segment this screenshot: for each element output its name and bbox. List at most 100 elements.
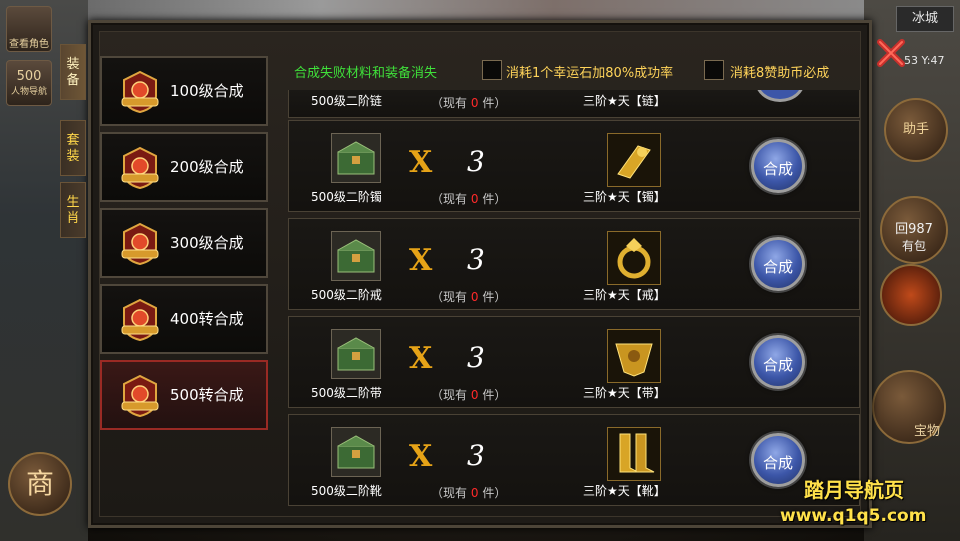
boots-icon (607, 427, 661, 481)
character-guide-label: 人物导航 (10, 87, 47, 97)
level-button-label: 500转合成 (170, 386, 244, 404)
category-tabs: 装 备 套 装 生 肖 (60, 44, 86, 244)
result-name: 三阶★天【镯】 (583, 190, 666, 204)
medal-icon (121, 146, 159, 190)
multiply-sign: X (409, 341, 433, 376)
level-button-400[interactable]: 400转合成 (100, 284, 268, 354)
owned-prefix: （现有 (431, 388, 468, 402)
owned-prefix: （现有 (431, 486, 468, 500)
map-name-label: 冰城 (896, 6, 954, 32)
craft-button-partial[interactable] (755, 90, 805, 102)
owned-prefix: （现有 (431, 290, 468, 304)
tab-zodiac[interactable]: 生 肖 (60, 182, 86, 238)
medal-icon (121, 222, 159, 266)
recipe-row: 500级二阶带 X 3 （现有 0 件） 三阶★天【带】 合成 (288, 316, 860, 408)
bag-label: 有包 (901, 239, 926, 253)
result-name: 三阶★天【带】 (583, 386, 666, 400)
assistant-label: 助手 (902, 122, 929, 137)
owned-suffix: 件） (482, 290, 507, 304)
treasure-chest-icon (331, 231, 381, 281)
options-bar: 合成失败材料和装备消失 消耗1个幸运石加80%成功率 消耗8赞助币必成 (280, 54, 862, 88)
medal-icon (121, 298, 159, 342)
recipe-row: 500级二阶链 （现有 0 件） 三阶★天【链】 (288, 90, 860, 118)
owned-number: 0 (470, 486, 479, 500)
owned-suffix: 件） (482, 96, 507, 110)
ring-icon (607, 231, 661, 285)
skill-orb-icon[interactable] (880, 264, 942, 326)
tab-equipment[interactable]: 装 备 (60, 44, 86, 100)
required-quantity: 3 (467, 145, 485, 178)
recall-button[interactable]: 回987 有包 (880, 196, 948, 264)
lucky-stone-label: 消耗1个幸运石加80%成功率 (506, 66, 674, 81)
level-button-label: 100级合成 (170, 82, 244, 100)
result-name: 三阶★天【链】 (583, 94, 666, 108)
lucky-stone-checkbox[interactable] (482, 60, 502, 80)
owned-count: （现有 0 件） (431, 484, 506, 501)
treasure-button[interactable]: 宝物 (872, 370, 946, 444)
tab-zodiac-label: 生 肖 (66, 195, 80, 226)
multiply-sign: X (409, 243, 433, 278)
level-button-300[interactable]: 300级合成 (100, 208, 268, 278)
tab-set[interactable]: 套 装 (60, 120, 86, 176)
owned-count: （现有 0 件） (431, 288, 506, 305)
treasure-chest-icon (331, 329, 381, 379)
recipe-list: 500级二阶链 （现有 0 件） 三阶★天【链】 500级二阶镯 X 3 （现有… (280, 90, 862, 518)
craft-button[interactable]: 合成 (751, 237, 805, 291)
craft-button[interactable]: 合成 (751, 335, 805, 389)
recipe-row: 500级二阶戒 X 3 （现有 0 件） 三阶★天【戒】 合成 (288, 218, 860, 310)
required-quantity: 3 (467, 243, 485, 276)
recall-label: 回987 (895, 222, 933, 237)
watermark-url: www.q1q5.com (780, 506, 927, 526)
treasure-chest-icon (331, 133, 381, 183)
material-name: 500级二阶靴 (311, 484, 382, 498)
material-name: 500级二阶镯 (311, 190, 382, 204)
close-icon[interactable] (874, 36, 908, 70)
bracelet-icon (607, 133, 661, 187)
material-name: 500级二阶链 (311, 94, 382, 108)
tab-set-label: 套 装 (66, 133, 80, 164)
level-button-label: 400转合成 (170, 310, 244, 328)
background-top (88, 0, 864, 22)
character-guide-number: 500 (16, 69, 42, 84)
multiply-sign: X (409, 145, 433, 180)
treasure-chest-icon (331, 427, 381, 477)
owned-count: （现有 0 件） (431, 190, 506, 207)
level-button-200[interactable]: 200级合成 (100, 132, 268, 202)
required-quantity: 3 (467, 439, 485, 472)
shop-label: 商 (25, 467, 54, 500)
recipe-row: 500级二阶靴 X 3 （现有 0 件） 三阶★天【靴】 合成 (288, 414, 860, 506)
assistant-button[interactable]: 助手 (884, 98, 948, 162)
owned-suffix: 件） (482, 388, 507, 402)
sponsor-coin-checkbox[interactable] (704, 60, 724, 80)
owned-number: 0 (470, 388, 479, 402)
material-name: 500级二阶戒 (311, 288, 382, 302)
craft-button[interactable]: 合成 (751, 139, 805, 193)
sponsor-coin-label: 消耗8赞助币必成 (730, 66, 830, 81)
material-name: 500级二阶带 (311, 386, 382, 400)
level-button-100[interactable]: 100级合成 (100, 56, 268, 126)
required-quantity: 3 (467, 341, 485, 374)
craft-button[interactable]: 合成 (751, 433, 805, 487)
multiply-sign: X (409, 439, 433, 474)
treasure-label: 宝物 (913, 424, 940, 439)
owned-suffix: 件） (482, 486, 507, 500)
tab-equipment-label: 装 备 (66, 57, 80, 88)
view-character-button[interactable]: 查看角色 (6, 6, 52, 52)
owned-number: 0 (470, 290, 479, 304)
owned-count: （现有 0 件） (431, 386, 506, 403)
level-button-500[interactable]: 500转合成 (100, 360, 268, 430)
medal-icon (121, 374, 159, 418)
owned-suffix: 件） (482, 192, 507, 206)
level-button-label: 300级合成 (170, 234, 244, 252)
owned-prefix: （现有 (431, 96, 468, 110)
belt-icon (607, 329, 661, 383)
shop-button[interactable]: 商 (8, 452, 72, 516)
medal-icon (121, 70, 159, 114)
owned-number: 0 (470, 192, 479, 206)
recipe-row: 500级二阶镯 X 3 （现有 0 件） 三阶★天【镯】 合成 (288, 120, 860, 212)
result-name: 三阶★天【戒】 (583, 288, 666, 302)
view-character-label: 查看角色 (9, 39, 49, 50)
character-guide-button[interactable]: 500 人物导航 (6, 60, 52, 106)
owned-count: （现有 0 件） (431, 94, 506, 111)
result-name: 三阶★天【靴】 (583, 484, 666, 498)
